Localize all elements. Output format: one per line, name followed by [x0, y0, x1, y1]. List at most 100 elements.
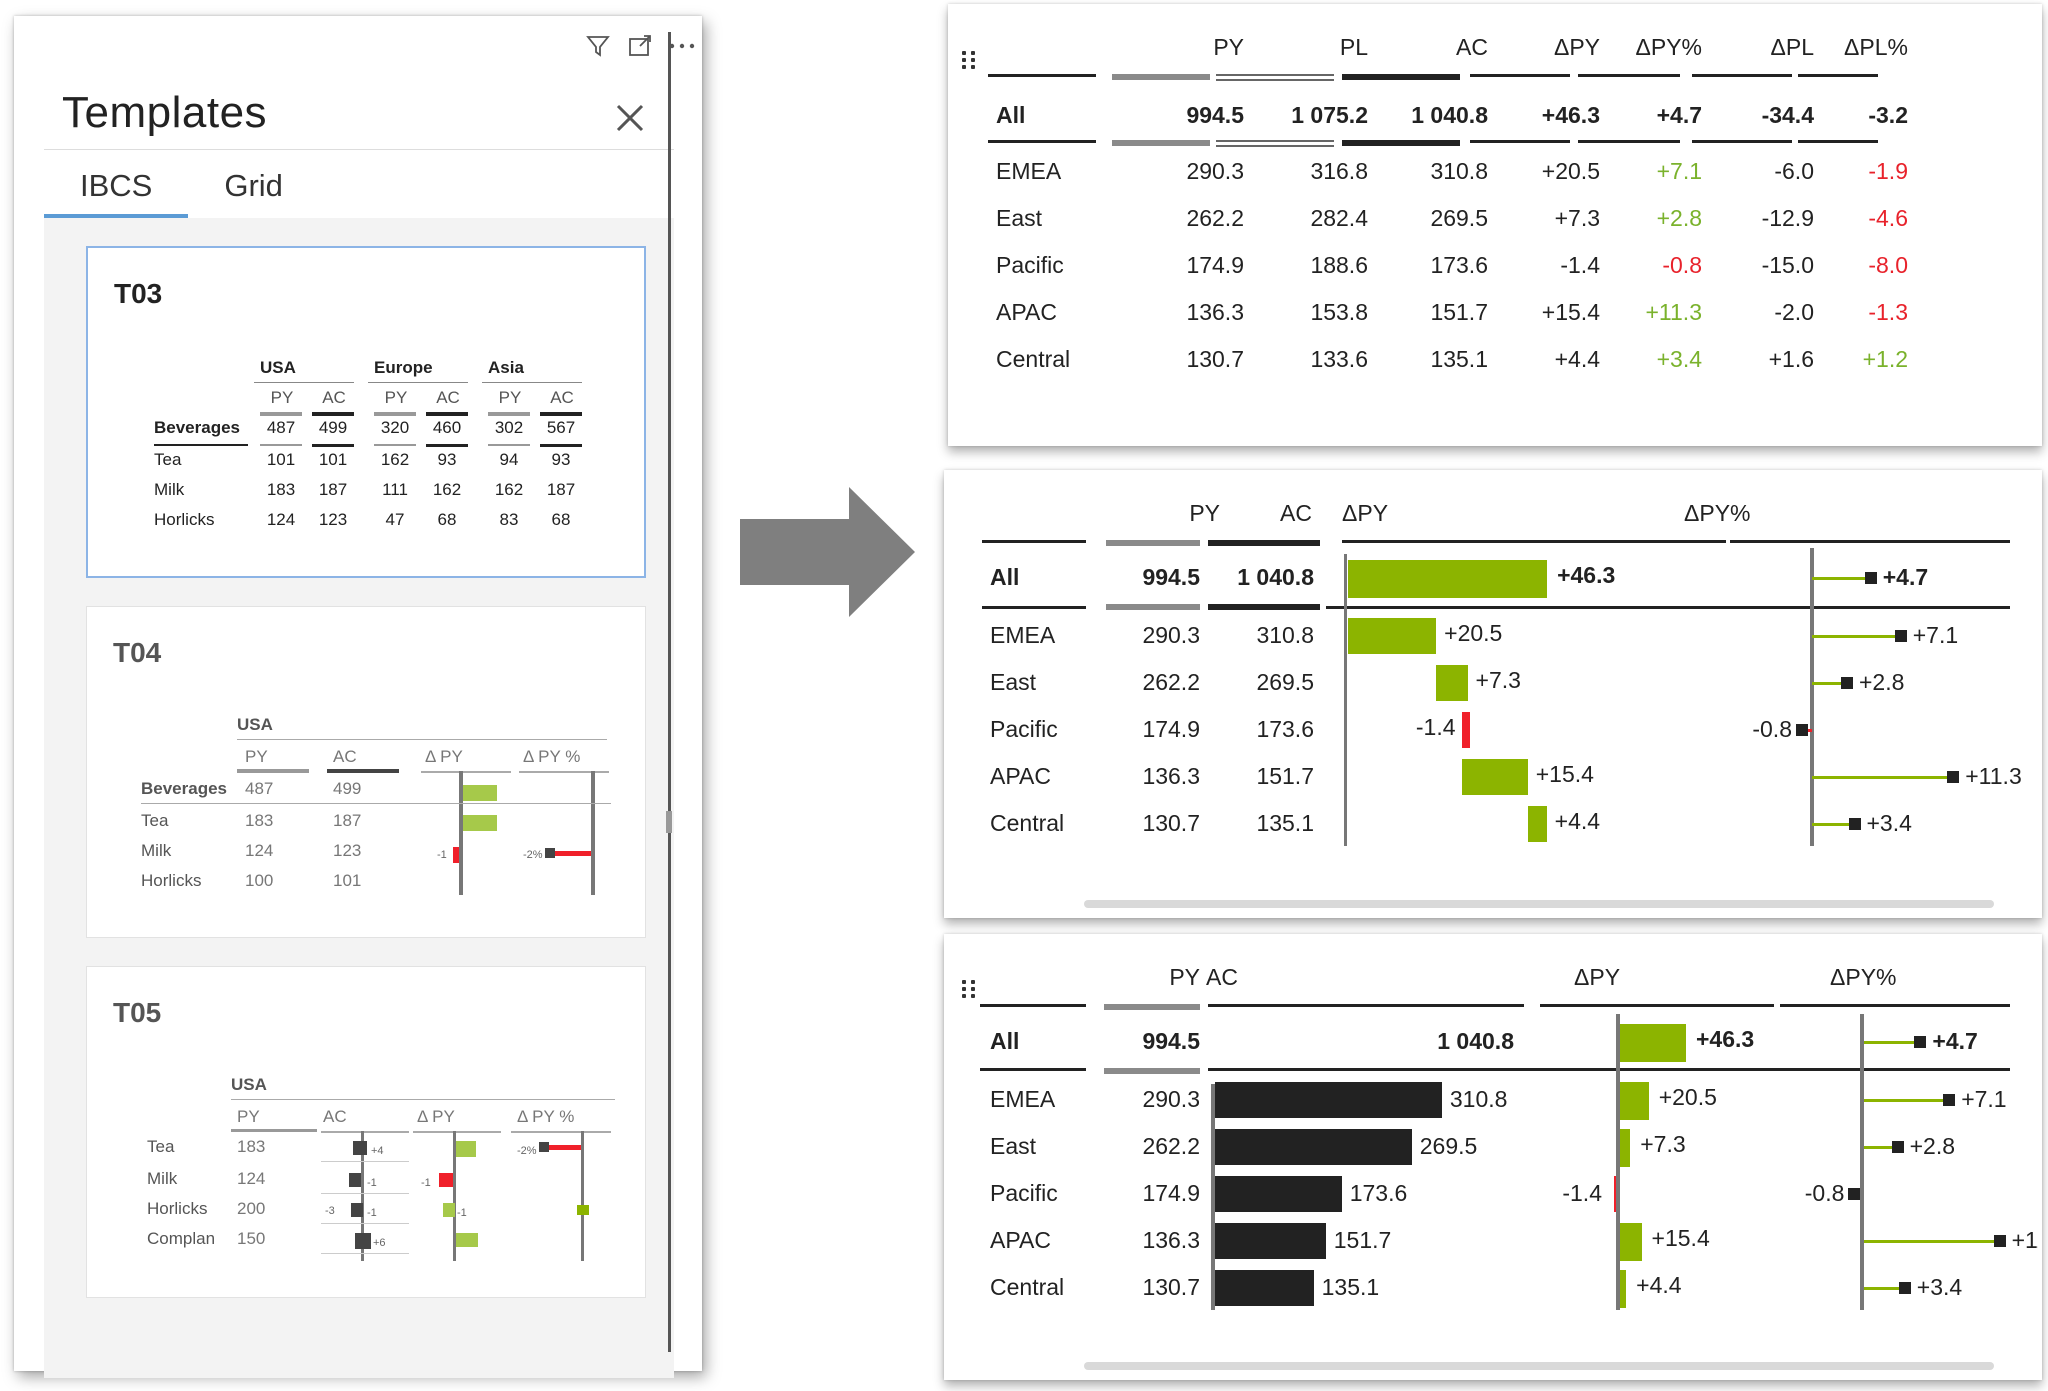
- py-cell: 130.7: [1142, 1274, 1200, 1300]
- pin-label: +2.8: [1859, 669, 1905, 695]
- table-cell: 130.7: [1186, 346, 1244, 372]
- ac-bar: [1215, 1082, 1442, 1118]
- delta-bar-positive: [1620, 1223, 1642, 1261]
- total-underline: [1578, 140, 1680, 143]
- mini-divider: [321, 1253, 409, 1254]
- mini-cell: 93: [551, 450, 571, 469]
- py-cell: 290.3: [1142, 1086, 1200, 1112]
- template-title: T03: [114, 278, 163, 309]
- drag-handle-icon[interactable]: [958, 48, 980, 70]
- mini-row-label: Beverages: [154, 418, 241, 437]
- column-header: AC: [1280, 500, 1312, 526]
- delta-bar-positive: [1620, 1082, 1649, 1120]
- pin-head: [1914, 1036, 1927, 1048]
- mini-col-header: PY: [245, 747, 268, 766]
- py-cell: 136.3: [1142, 763, 1200, 789]
- mini-pin-head: [577, 1205, 589, 1215]
- more-options-icon[interactable]: [668, 32, 696, 60]
- mini-cell: 101: [318, 450, 348, 469]
- panel-scroll-thumb[interactable]: [666, 811, 672, 833]
- ac-bar-label: 135.1: [1321, 1274, 1380, 1300]
- template-card-t03[interactable]: T03 USA Europe Asia PY AC PY AC PY AC Beverages 48…: [86, 246, 646, 578]
- mini-pin-negative: [545, 1145, 581, 1150]
- table-cell: +1.6: [1768, 346, 1814, 372]
- total-underline: [1470, 140, 1570, 143]
- table-cell: 262.2: [1186, 205, 1244, 231]
- ac-bar-label: 173.6: [1349, 1180, 1408, 1206]
- mini-col-bar: [312, 412, 354, 416]
- horizontal-scrollbar[interactable]: [1084, 900, 1994, 908]
- close-icon[interactable]: [608, 96, 652, 140]
- template-list: T03 USA Europe Asia PY AC PY AC PY AC Beverages 48…: [44, 218, 674, 1378]
- header-underline: [1578, 74, 1680, 77]
- tab-ibcs[interactable]: IBCS: [44, 166, 189, 218]
- mini-divider: [321, 1223, 409, 1224]
- mini-col-bar: [540, 412, 582, 416]
- ac-bar-label: 269.5: [1419, 1133, 1478, 1159]
- mini-col-bar: [540, 444, 582, 447]
- py-cell: 262.2: [1142, 1133, 1200, 1159]
- row-label: Pacific: [990, 716, 1058, 742]
- column-header: ΔPY%: [1830, 964, 1897, 990]
- total-underline: [1326, 606, 2010, 609]
- table-cell: 290.3: [1186, 158, 1244, 184]
- mini-col-header: AC: [322, 388, 346, 407]
- mini-bar-label: -1: [437, 849, 447, 861]
- mini-pin-negative: [551, 851, 591, 856]
- mini-col-bar: [511, 1131, 611, 1133]
- table-cell: +4.4: [1554, 346, 1600, 372]
- ac-bar-label: 310.8: [1449, 1086, 1508, 1112]
- ac-column-bar: [1342, 140, 1460, 146]
- filter-icon[interactable]: [584, 32, 612, 60]
- table-cell: -0.8: [1662, 252, 1702, 278]
- mini-col-bar: [374, 412, 416, 416]
- row-label: APAC: [996, 299, 1057, 325]
- template-card-t05[interactable]: T05 USA PY AC Δ PY Δ PY % Tea 183 Milk 124 Horlic…: [86, 966, 646, 1298]
- drag-handle-icon[interactable]: [958, 977, 980, 999]
- pin-label: +11.3: [1965, 763, 2022, 789]
- delta-label: +20.5: [1658, 1084, 1717, 1110]
- table-cell: -12.9: [1761, 205, 1814, 231]
- table-cell: +7.3: [1554, 205, 1600, 231]
- template-card-t04[interactable]: T04 USA PY AC Δ PY Δ PY % Beverages 487 499 Tea 1…: [86, 606, 646, 938]
- py-column-bar: [1106, 540, 1200, 546]
- mini-col-header: Δ PY: [417, 1107, 455, 1126]
- panel-scrollbar[interactable]: [668, 32, 671, 1352]
- table-cell: -4.6: [1868, 205, 1908, 231]
- py-cell: 262.2: [1142, 669, 1200, 695]
- mini-cell: 124: [266, 510, 296, 529]
- percent-axis: [1810, 548, 1814, 846]
- table-cell: 188.6: [1310, 252, 1368, 278]
- delta-label: +7.3: [1640, 1131, 1686, 1157]
- header-underline: [1798, 74, 1878, 77]
- table-cell: -1.3: [1868, 299, 1908, 325]
- pin-label: +3.4: [1916, 1274, 1963, 1300]
- header-underline: [982, 540, 1086, 543]
- pin-label: +7.1: [1912, 622, 1959, 648]
- mini-col-bar: [237, 769, 309, 773]
- delta-bar-positive: [1348, 618, 1437, 654]
- mini-bar-label: -1: [457, 1207, 467, 1219]
- py-column-bar: [1106, 604, 1200, 610]
- mini-bar-label: -3: [325, 1205, 335, 1217]
- focus-mode-icon[interactable]: [626, 32, 654, 60]
- mini-pin-head: [349, 1173, 361, 1187]
- mini-col-header: AC: [323, 1107, 347, 1126]
- py-cell: 994.5: [1142, 564, 1200, 590]
- delta-label: +20.5: [1444, 620, 1503, 646]
- mini-cell: 460: [432, 418, 462, 437]
- tab-grid[interactable]: Grid: [188, 166, 319, 218]
- ac-bar: [1215, 1270, 1314, 1306]
- mini-col-bar: [327, 769, 399, 773]
- mini-col-header: Δ PY: [425, 747, 463, 766]
- mini-cell: 162: [380, 450, 410, 469]
- horizontal-scrollbar[interactable]: [1084, 1362, 1994, 1370]
- ac-bar: [1215, 1176, 1342, 1212]
- pin-label: -0.8: [1752, 716, 1792, 742]
- mini-bar-positive: [443, 1203, 455, 1217]
- table-cell: -8.0: [1868, 252, 1908, 278]
- delta-bar-negative: [1461, 712, 1470, 748]
- mini-pin-head: [353, 1141, 367, 1155]
- column-header: ΔPY: [1553, 34, 1600, 60]
- pin-stem-positive: [1864, 1041, 1921, 1044]
